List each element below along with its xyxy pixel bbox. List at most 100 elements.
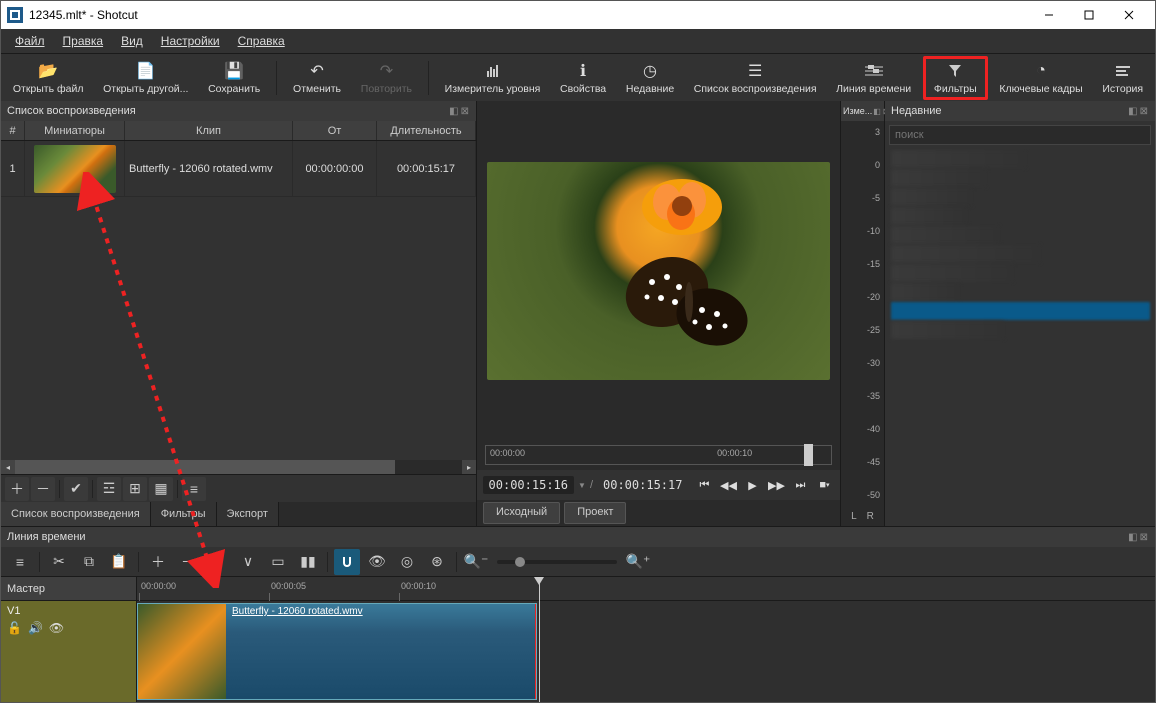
scrub-handle[interactable]	[804, 444, 813, 466]
timeline-button[interactable]: Линия времени	[828, 56, 919, 100]
mute-icon[interactable]: 🔊	[28, 621, 43, 635]
tl-paste-button[interactable]: 📋	[106, 549, 132, 575]
tc-dropdown-icon[interactable]: ▼	[578, 481, 586, 490]
recent-item[interactable]	[891, 188, 972, 206]
recent-search-input[interactable]	[889, 125, 1151, 145]
playlist-add-button[interactable]: ＋	[5, 477, 29, 501]
master-track-header[interactable]: Мастер	[1, 577, 136, 601]
recent-item[interactable]	[891, 150, 1026, 168]
save-button[interactable]: 💾Сохранить	[200, 56, 268, 100]
timecode-current[interactable]: 00:00:15:16	[483, 476, 574, 494]
keyframes-button[interactable]: ◔Ключевые кадры	[992, 56, 1091, 100]
tl-zoom-in-button[interactable]: 🔍⁺	[625, 549, 651, 575]
panel-undock-icon[interactable]: ◧	[448, 106, 459, 117]
forward-button[interactable]: ▶▶	[766, 475, 786, 495]
track-v1-lane[interactable]: Butterfly - 12060 rotated.wmv	[137, 601, 1155, 702]
tab-source[interactable]: Исходный	[483, 502, 560, 524]
tl-overwrite-button[interactable]: ▭	[265, 549, 291, 575]
tl-lift-button[interactable]: ∧	[205, 549, 231, 575]
track-v1-header[interactable]: V1 🔓 🔊 👁	[1, 601, 136, 702]
playlist-menu-button[interactable]: ≡	[182, 477, 206, 501]
tab-project[interactable]: Проект	[564, 502, 626, 524]
playlist-row[interactable]: 1 Butterfly - 12060 rotated.wmv 00:00:00…	[1, 141, 476, 197]
tl-ripple-all-button[interactable]: ⊛	[424, 549, 450, 575]
lock-icon[interactable]: 🔓	[7, 621, 22, 635]
skip-start-button[interactable]: ⏮	[694, 475, 714, 495]
playlist-update-button[interactable]: ✔	[64, 477, 88, 501]
tl-remove-button[interactable]: －	[175, 549, 201, 575]
history-button[interactable]: История	[1094, 56, 1151, 100]
recent-item[interactable]	[891, 264, 1013, 282]
preview-viewport[interactable]	[477, 101, 840, 440]
menu-file[interactable]: Файл	[7, 30, 53, 52]
menu-settings[interactable]: Настройки	[153, 30, 228, 52]
playlist-body[interactable]: 1 Butterfly - 12060 rotated.wmv 00:00:00…	[1, 141, 476, 460]
stop-button[interactable]: ■▾	[814, 475, 834, 495]
recent-item[interactable]	[891, 245, 1040, 263]
filters-button[interactable]: Фильтры	[923, 56, 988, 100]
col-thumb[interactable]: Миниатюры	[25, 121, 125, 140]
redo-button[interactable]: ↷Повторить	[353, 56, 420, 100]
recent-button[interactable]: ◷Недавние	[618, 56, 682, 100]
panel-undock-icon[interactable]: ◧	[1127, 532, 1138, 543]
tab-export[interactable]: Экспорт	[217, 502, 279, 526]
playlist-view-tiles-button[interactable]: ⊞	[123, 477, 147, 501]
hide-icon[interactable]: 👁	[49, 621, 64, 635]
col-in[interactable]: От	[293, 121, 377, 140]
tl-ripple-button[interactable]: ◎	[394, 549, 420, 575]
tl-cut-button[interactable]: ✂	[46, 549, 72, 575]
recent-item[interactable]	[891, 283, 959, 301]
tl-snap-button[interactable]	[334, 549, 360, 575]
panel-undock-icon[interactable]: ◧	[1127, 106, 1138, 117]
scroll-right-icon[interactable]: ▸	[462, 460, 476, 474]
panel-undock-icon[interactable]: ◧	[872, 107, 882, 116]
playlist-button[interactable]: ☰Список воспроизведения	[686, 56, 824, 100]
play-button[interactable]: ▶	[742, 475, 762, 495]
maximize-button[interactable]	[1069, 1, 1109, 29]
tab-playlist[interactable]: Список воспроизведения	[1, 502, 151, 526]
tl-copy-button[interactable]: ⧉	[76, 549, 102, 575]
tl-split-button[interactable]: ▮▮	[295, 549, 321, 575]
scrub-track[interactable]: 00:00:00 00:00:10	[485, 445, 832, 465]
timeline-tracks[interactable]: 00:00:00 00:00:05 00:00:10 Butterfly - 1…	[137, 577, 1155, 702]
close-button[interactable]	[1109, 1, 1149, 29]
tl-append-button[interactable]: ＋	[145, 549, 171, 575]
tab-filters[interactable]: Фильтры	[151, 502, 217, 526]
tl-zoom-slider[interactable]	[497, 560, 617, 564]
recent-list[interactable]	[885, 149, 1155, 526]
menu-help[interactable]: Справка	[230, 30, 293, 52]
open-file-button[interactable]: 📂Открыть файл	[5, 56, 91, 100]
col-num[interactable]: #	[1, 121, 25, 140]
tl-zoom-out-button[interactable]: 🔍⁻	[463, 549, 489, 575]
scroll-left-icon[interactable]: ◂	[1, 460, 15, 474]
open-other-button[interactable]: 📄Открыть другой...	[95, 56, 196, 100]
recent-item[interactable]	[891, 302, 1150, 320]
skip-end-button[interactable]: ⏭	[790, 475, 810, 495]
minimize-button[interactable]	[1029, 1, 1069, 29]
timeline-clip[interactable]: Butterfly - 12060 rotated.wmv	[137, 603, 537, 700]
tl-menu-button[interactable]: ≡	[7, 549, 33, 575]
playlist-view-icons-button[interactable]: ▦	[149, 477, 173, 501]
col-duration[interactable]: Длительность	[377, 121, 476, 140]
panel-close-icon[interactable]: ⊠	[1139, 532, 1149, 543]
tl-scrub-button[interactable]: 👁	[364, 549, 390, 575]
playhead[interactable]	[539, 577, 540, 702]
tl-insert-button[interactable]: ∨	[235, 549, 261, 575]
undo-button[interactable]: ↶Отменить	[285, 56, 349, 100]
recent-item[interactable]	[891, 226, 999, 244]
menu-edit[interactable]: Правка	[55, 30, 112, 52]
scrub-bar[interactable]: 00:00:00 00:00:10	[477, 440, 840, 470]
timeline-ruler[interactable]: 00:00:00 00:00:05 00:00:10	[137, 577, 1155, 601]
col-clip[interactable]: Клип	[125, 121, 293, 140]
playlist-remove-button[interactable]: －	[31, 477, 55, 501]
recent-item[interactable]	[891, 321, 1004, 339]
menu-view[interactable]: Вид	[113, 30, 151, 52]
properties-button[interactable]: ℹСвойства	[552, 56, 614, 100]
peak-meter-button[interactable]: Измеритель уровня	[437, 56, 548, 100]
panel-close-icon[interactable]: ⊠	[460, 106, 470, 117]
recent-item[interactable]	[891, 169, 986, 187]
panel-close-icon[interactable]: ⊠	[1139, 106, 1149, 117]
rewind-button[interactable]: ◀◀	[718, 475, 738, 495]
recent-item[interactable]	[891, 207, 967, 225]
playlist-view-details-button[interactable]: ☲	[97, 477, 121, 501]
